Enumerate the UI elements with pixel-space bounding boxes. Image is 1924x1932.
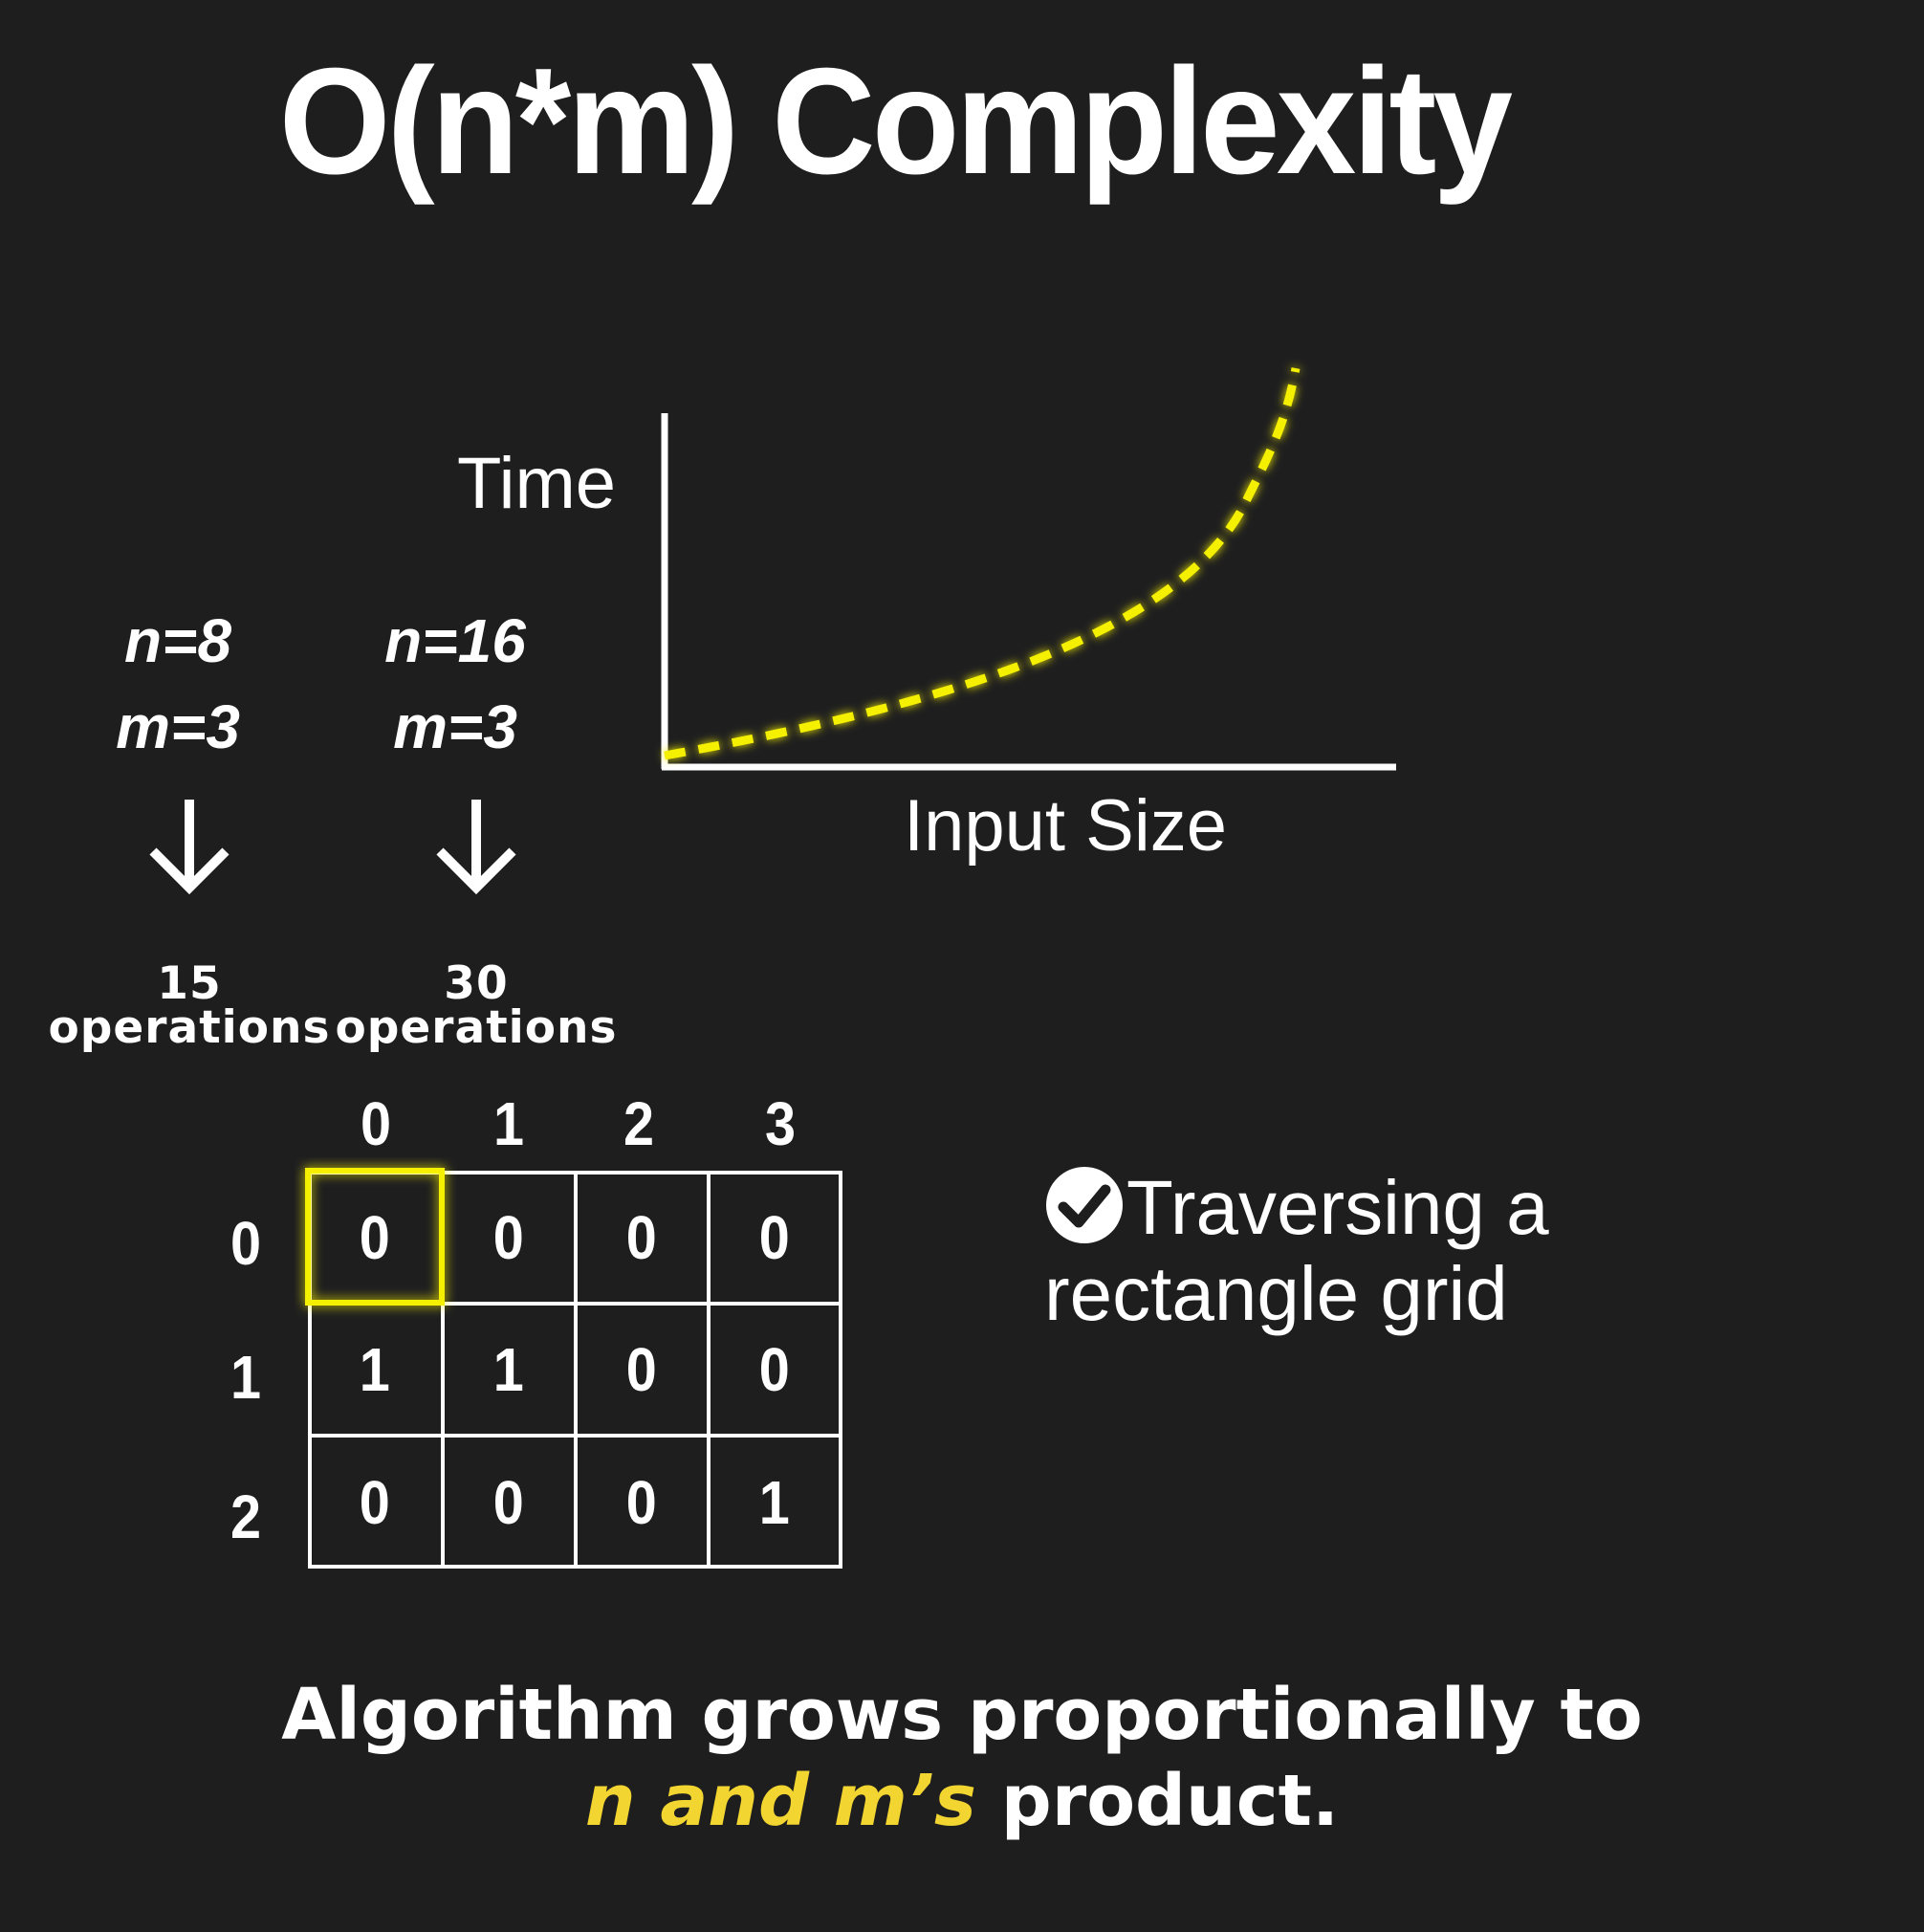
check-circle-icon [1046,1167,1123,1243]
grid-cell: 1 [359,1334,391,1404]
summary-rest: product. [975,1760,1340,1842]
highlighted-cell-marker [305,1168,445,1306]
down-arrow-icon [46,794,333,904]
x-axis-label: Input Size [904,785,1227,867]
example-ops: 30 operations [333,957,620,1054]
ops-label: operations [48,1001,331,1054]
example-m-value: m=3 [393,692,517,761]
ops-count: 30 [444,957,509,1010]
note-line-1: Traversing a [1044,1165,1549,1251]
grid-cell: 0 [492,1202,525,1272]
column-index: 0 [360,1089,392,1158]
grid-cell: 0 [625,1467,658,1537]
matrix-grid: 0 0 0 0 1 1 0 0 0 0 0 1 [305,1168,842,1569]
grid-cell: 1 [492,1334,525,1404]
grid-cell: 0 [625,1334,658,1404]
grid-cell: 1 [758,1467,791,1537]
summary-line-2: n and m’s product. [0,1758,1924,1844]
ops-count: 15 [157,957,222,1010]
column-index: 2 [623,1089,655,1158]
ops-label: operations [335,1001,618,1054]
example-n-value: n=8 [123,606,232,675]
row-index: 1 [230,1343,262,1412]
grid-cell: 0 [492,1467,525,1537]
note: Traversing a rectangle grid [1044,1165,1549,1337]
example-n-value: n=16 [384,606,526,675]
grid-cell: 0 [359,1467,391,1537]
column-index: 3 [764,1089,797,1158]
summary-highlight: n and m’s [584,1760,976,1842]
grid-cell: 0 [625,1202,658,1272]
example-m-value: m=3 [116,692,240,761]
column-index: 1 [492,1089,525,1158]
summary-line-1: Algorithm grows proportionally to [281,1674,1643,1756]
row-index: 2 [230,1482,262,1551]
down-arrow-icon [333,794,620,904]
growth-curve [664,367,1301,760]
grid-cell: 0 [758,1202,791,1272]
summary: Algorithm grows proportionally to n and … [0,1672,1924,1844]
note-text-1: Traversing a [1126,1165,1549,1250]
example-ops: 15 operations [46,957,333,1054]
note-text-2: rectangle grid [1044,1251,1508,1336]
y-axis-label: Time [457,443,617,524]
grid-cell: 0 [758,1334,791,1404]
row-index: 0 [230,1209,262,1278]
